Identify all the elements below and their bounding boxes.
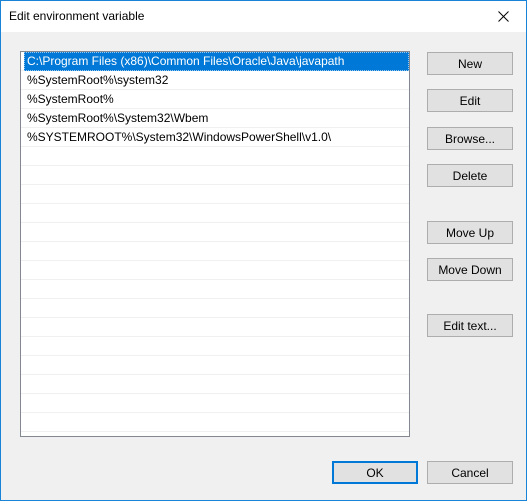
path-list-item-text: %SYSTEMROOT%\System32\WindowsPowerShell\… <box>27 130 332 144</box>
cancel-button[interactable]: Cancel <box>427 461 513 484</box>
path-list-empty-row[interactable] <box>21 356 409 375</box>
edit-text-button[interactable]: Edit text... <box>427 314 513 337</box>
close-button[interactable] <box>480 1 526 32</box>
close-icon <box>497 11 509 22</box>
path-list-item-text: %SystemRoot%\System32\Wbem <box>27 111 209 125</box>
title-bar: Edit environment variable <box>1 1 526 32</box>
path-list-item-text: %SystemRoot%\system32 <box>27 73 169 87</box>
path-list-empty-row[interactable] <box>21 413 409 432</box>
browse-button[interactable]: Browse... <box>427 127 513 150</box>
path-list-empty-row[interactable] <box>21 432 409 436</box>
delete-button[interactable]: Delete <box>427 164 513 187</box>
path-list[interactable]: C:\Program Files (x86)\Common Files\Orac… <box>20 51 410 437</box>
window-title: Edit environment variable <box>9 9 145 23</box>
path-list-empty-row[interactable] <box>21 337 409 356</box>
path-list-item[interactable]: C:\Program Files (x86)\Common Files\Orac… <box>21 52 409 71</box>
move-down-button[interactable]: Move Down <box>427 258 513 281</box>
ok-button[interactable]: OK <box>332 461 418 484</box>
new-button[interactable]: New <box>427 52 513 75</box>
path-list-item[interactable]: %SystemRoot% <box>21 90 409 109</box>
path-list-empty-row[interactable] <box>21 242 409 261</box>
path-list-empty-row[interactable] <box>21 204 409 223</box>
path-list-empty-row[interactable] <box>21 375 409 394</box>
path-list-empty-row[interactable] <box>21 166 409 185</box>
path-list-item[interactable]: %SystemRoot%\System32\Wbem <box>21 109 409 128</box>
path-list-empty-row[interactable] <box>21 394 409 413</box>
path-list-item-text: %SystemRoot% <box>27 92 114 106</box>
path-list-item[interactable]: %SystemRoot%\system32 <box>21 71 409 90</box>
path-list-empty-row[interactable] <box>21 299 409 318</box>
edit-environment-variable-dialog: Edit environment variable C:\Program Fil… <box>0 0 527 501</box>
path-list-empty-row[interactable] <box>21 223 409 242</box>
path-list-empty-row[interactable] <box>21 185 409 204</box>
move-up-button[interactable]: Move Up <box>427 221 513 244</box>
path-list-item[interactable]: %SYSTEMROOT%\System32\WindowsPowerShell\… <box>21 128 409 147</box>
dialog-client-area: C:\Program Files (x86)\Common Files\Orac… <box>1 32 526 500</box>
path-list-empty-row[interactable] <box>21 147 409 166</box>
path-list-item-text: C:\Program Files (x86)\Common Files\Orac… <box>24 52 409 71</box>
path-list-empty-row[interactable] <box>21 318 409 337</box>
path-list-empty-row[interactable] <box>21 280 409 299</box>
path-list-empty-row[interactable] <box>21 261 409 280</box>
edit-button[interactable]: Edit <box>427 89 513 112</box>
